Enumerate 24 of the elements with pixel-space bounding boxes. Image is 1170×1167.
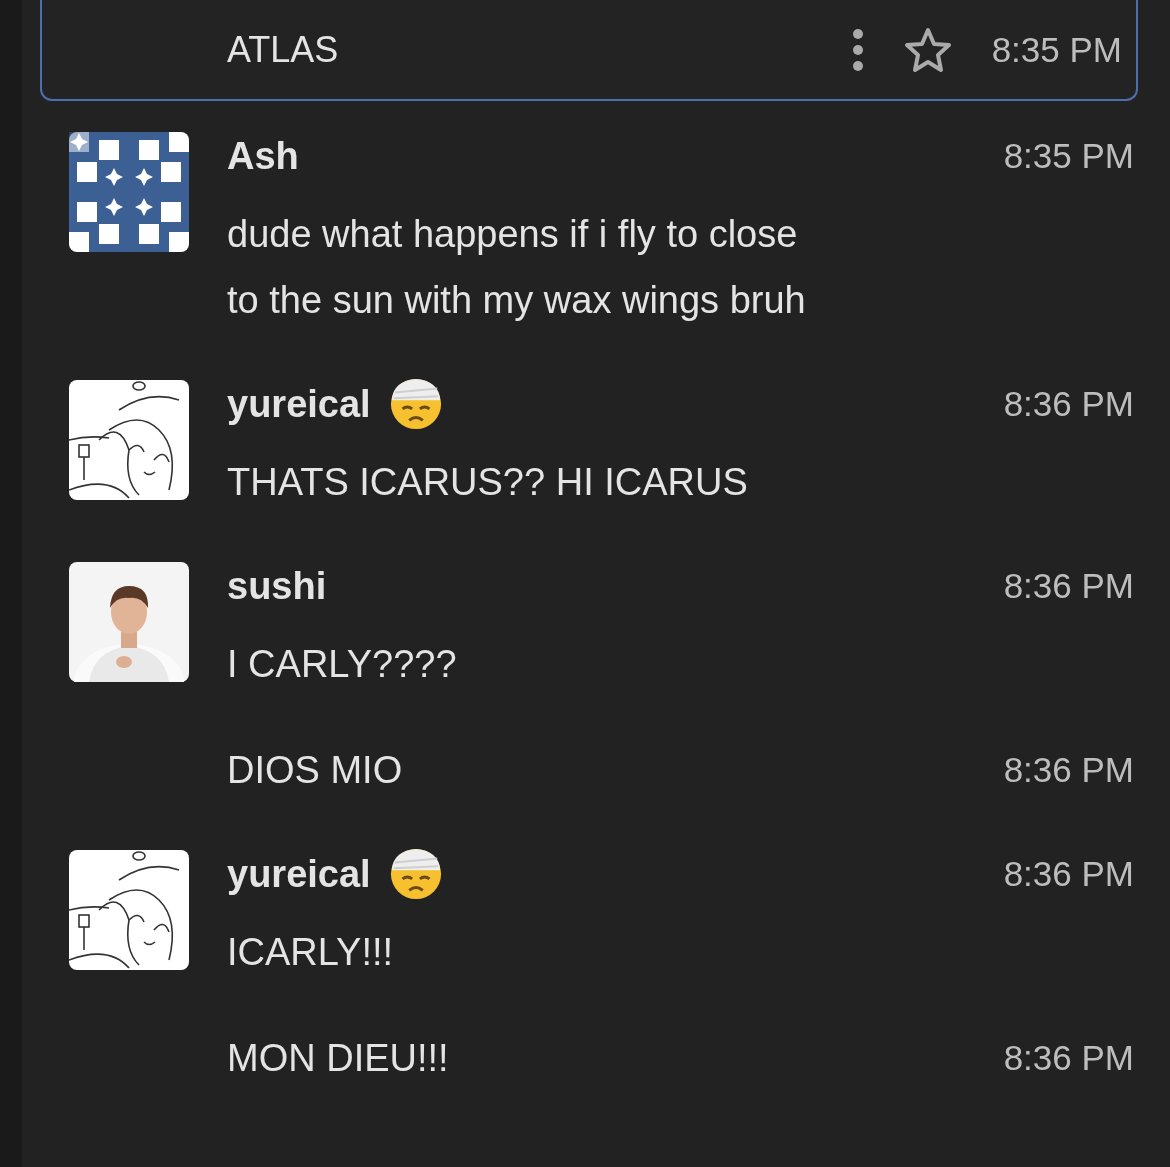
message-text: I CARLY???? [227, 642, 458, 687]
message-text: ICARLY!!! [227, 930, 395, 975]
message-text: MON DIEU!!! [227, 1036, 450, 1081]
more-options-icon[interactable] [851, 27, 864, 72]
author-name[interactable]: yureical [227, 382, 371, 426]
message-text: ATLAS [227, 28, 340, 71]
star-icon[interactable] [903, 26, 952, 73]
message-time: 8:36 PM [1003, 384, 1134, 424]
author-name[interactable]: Ash [227, 134, 299, 178]
message-time: 8:36 PM [1003, 750, 1134, 790]
message-time: 8:36 PM [1003, 1038, 1134, 1078]
author-name[interactable]: sushi [227, 564, 327, 608]
message-text: DIOS MIO [227, 748, 404, 793]
message-text: dude what happens if i fly to close to the sun with my wax wings bruh [227, 212, 807, 323]
avatar-icon[interactable] [69, 380, 189, 500]
message-time: 8:36 PM [1003, 854, 1134, 894]
message-text: THATS ICARUS?? HI ICARUS [227, 460, 749, 505]
message-time: 8:35 PM [991, 29, 1122, 70]
message-time: 8:35 PM [1003, 136, 1134, 176]
avatar-icon[interactable] [69, 850, 189, 970]
avatar-icon[interactable] [69, 132, 189, 252]
message-time: 8:36 PM [1003, 566, 1134, 606]
author-name[interactable]: yureical [227, 852, 371, 896]
message-row[interactable]: ATLAS 8:35 PM [40, 0, 1138, 101]
